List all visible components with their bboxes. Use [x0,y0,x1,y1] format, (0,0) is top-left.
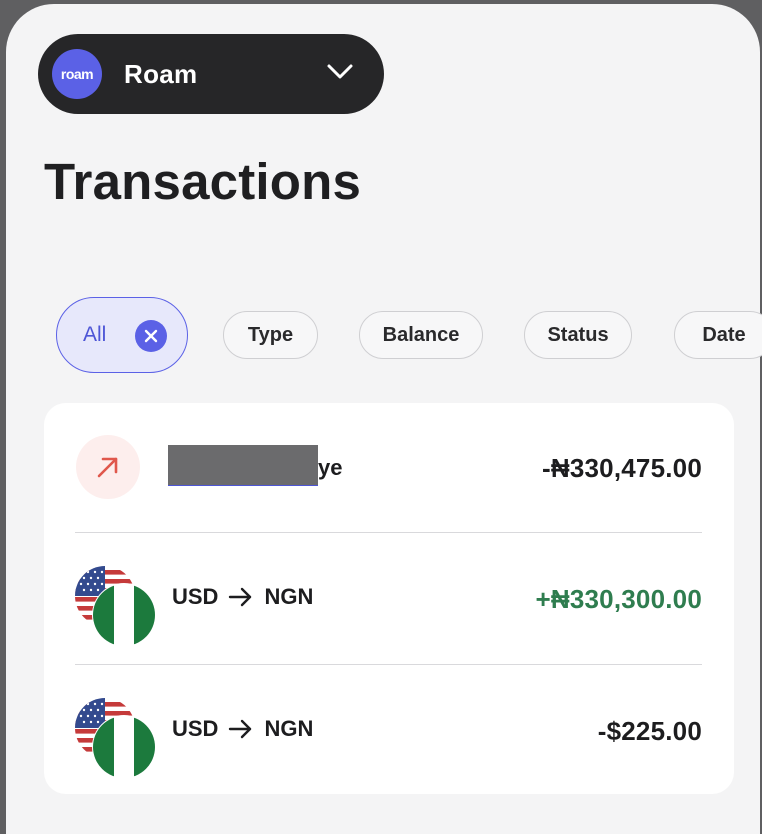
filter-chip-all-label: All [83,323,107,346]
transaction-amount: -₦330,475.00 [542,453,702,483]
divider [75,664,702,665]
transactions-list: ye -₦330,475.00 USD NGN +₦330,300.00 USD… [44,403,734,794]
filter-chip-all[interactable]: All [56,297,188,373]
page-title: Transactions [44,153,362,210]
transaction-row[interactable]: ye -₦330,475.00 [44,403,734,535]
clear-filter-icon[interactable] [135,320,167,352]
filter-chip-date[interactable]: Date [674,311,762,359]
currency-pair: USD NGN [172,584,313,610]
from-currency: USD [172,716,219,741]
roam-logo: roam [52,49,102,99]
redacted-name [168,445,318,485]
transaction-name: ye [318,455,343,480]
arrow-up-right-icon [76,435,140,499]
filter-chip-status[interactable]: Status [524,311,632,359]
to-currency: NGN [264,584,314,609]
arrow-right-icon [229,587,252,607]
transaction-row[interactable]: USD NGN +₦330,300.00 [44,534,734,666]
usd-ngn-flags-icon [75,698,156,778]
chevron-down-icon [327,64,353,79]
account-switcher[interactable]: roam Roam [38,34,384,114]
arrow-right-icon [229,719,252,739]
transaction-amount: +₦330,300.00 [535,584,702,614]
phone-screen: roam Roam Transactions All Type Balance … [6,4,762,834]
divider [75,532,702,533]
filter-chip-type[interactable]: Type [223,311,318,359]
currency-pair: USD NGN [172,716,313,742]
to-currency: NGN [264,716,314,741]
transaction-row[interactable]: USD NGN -$225.00 [44,666,734,798]
from-currency: USD [172,584,219,609]
transaction-amount: -$225.00 [597,716,702,746]
account-name: Roam [124,58,198,89]
filter-chip-balance[interactable]: Balance [359,311,483,359]
usd-ngn-flags-icon [75,566,156,646]
